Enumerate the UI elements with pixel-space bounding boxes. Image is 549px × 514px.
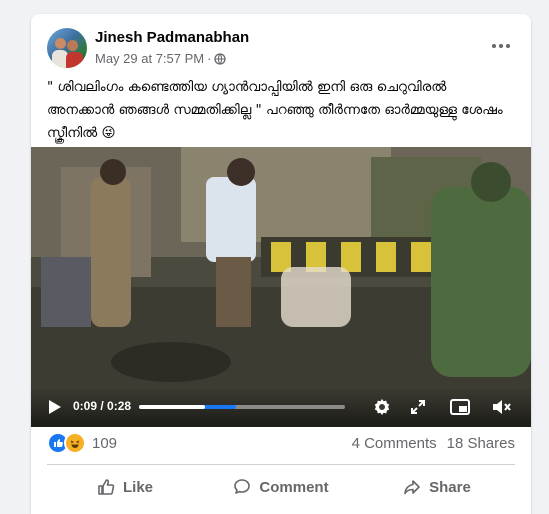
reaction-icons[interactable] bbox=[47, 432, 86, 454]
meta-separator: · bbox=[207, 51, 212, 66]
reaction-count[interactable]: 109 bbox=[92, 435, 117, 452]
emoji: 😜 bbox=[101, 125, 116, 141]
video-time: 0:09 / 0:28 bbox=[73, 399, 131, 413]
post-timestamp[interactable]: May 29 at 7:57 PM bbox=[95, 51, 204, 66]
current-time: 0:09 bbox=[73, 399, 98, 413]
post-stats: 4 Comments 18 Shares bbox=[352, 435, 515, 452]
author-name[interactable]: Jinesh Padmanabhan bbox=[95, 29, 249, 46]
progress-bar[interactable] bbox=[139, 405, 345, 409]
fullscreen-icon[interactable] bbox=[405, 387, 431, 427]
settings-gear-icon[interactable] bbox=[369, 387, 395, 427]
comments-count[interactable]: 4 Comments bbox=[352, 435, 437, 452]
divider bbox=[47, 464, 515, 465]
video-player[interactable]: 0:09 / 0:28 bbox=[31, 147, 531, 427]
author-avatar[interactable] bbox=[47, 28, 87, 68]
duration: 0:28 bbox=[107, 399, 132, 413]
share-label: Share bbox=[429, 478, 471, 496]
volume-muted-icon[interactable] bbox=[489, 387, 515, 427]
more-options-icon[interactable] bbox=[487, 32, 515, 60]
play-icon[interactable] bbox=[41, 387, 69, 427]
share-arrow-icon bbox=[403, 478, 421, 496]
reactions-row: 109 4 Comments 18 Shares bbox=[47, 431, 515, 455]
post-text: " ശിവലിംഗം കണ്ടെത്തിയ ഗ്യാൻവാപ്പിയിൽ ഇനി… bbox=[47, 76, 517, 145]
video-controls: 0:09 / 0:28 bbox=[31, 387, 531, 427]
haha-reaction-icon bbox=[64, 432, 86, 454]
progress-fill bbox=[139, 405, 205, 409]
comment-bubble-icon bbox=[233, 478, 251, 496]
globe-icon[interactable] bbox=[214, 52, 227, 65]
picture-in-picture-icon[interactable] bbox=[447, 387, 473, 427]
thumbs-up-icon bbox=[97, 478, 115, 496]
video-frame bbox=[31, 147, 531, 427]
time-separator: / bbox=[97, 399, 108, 413]
post-card: Jinesh Padmanabhan May 29 at 7:57 PM · "… bbox=[31, 14, 531, 514]
post-meta: May 29 at 7:57 PM · bbox=[95, 51, 227, 66]
like-label: Like bbox=[122, 478, 153, 496]
shares-count[interactable]: 18 Shares bbox=[447, 435, 515, 452]
comment-label: Comment bbox=[259, 478, 329, 496]
